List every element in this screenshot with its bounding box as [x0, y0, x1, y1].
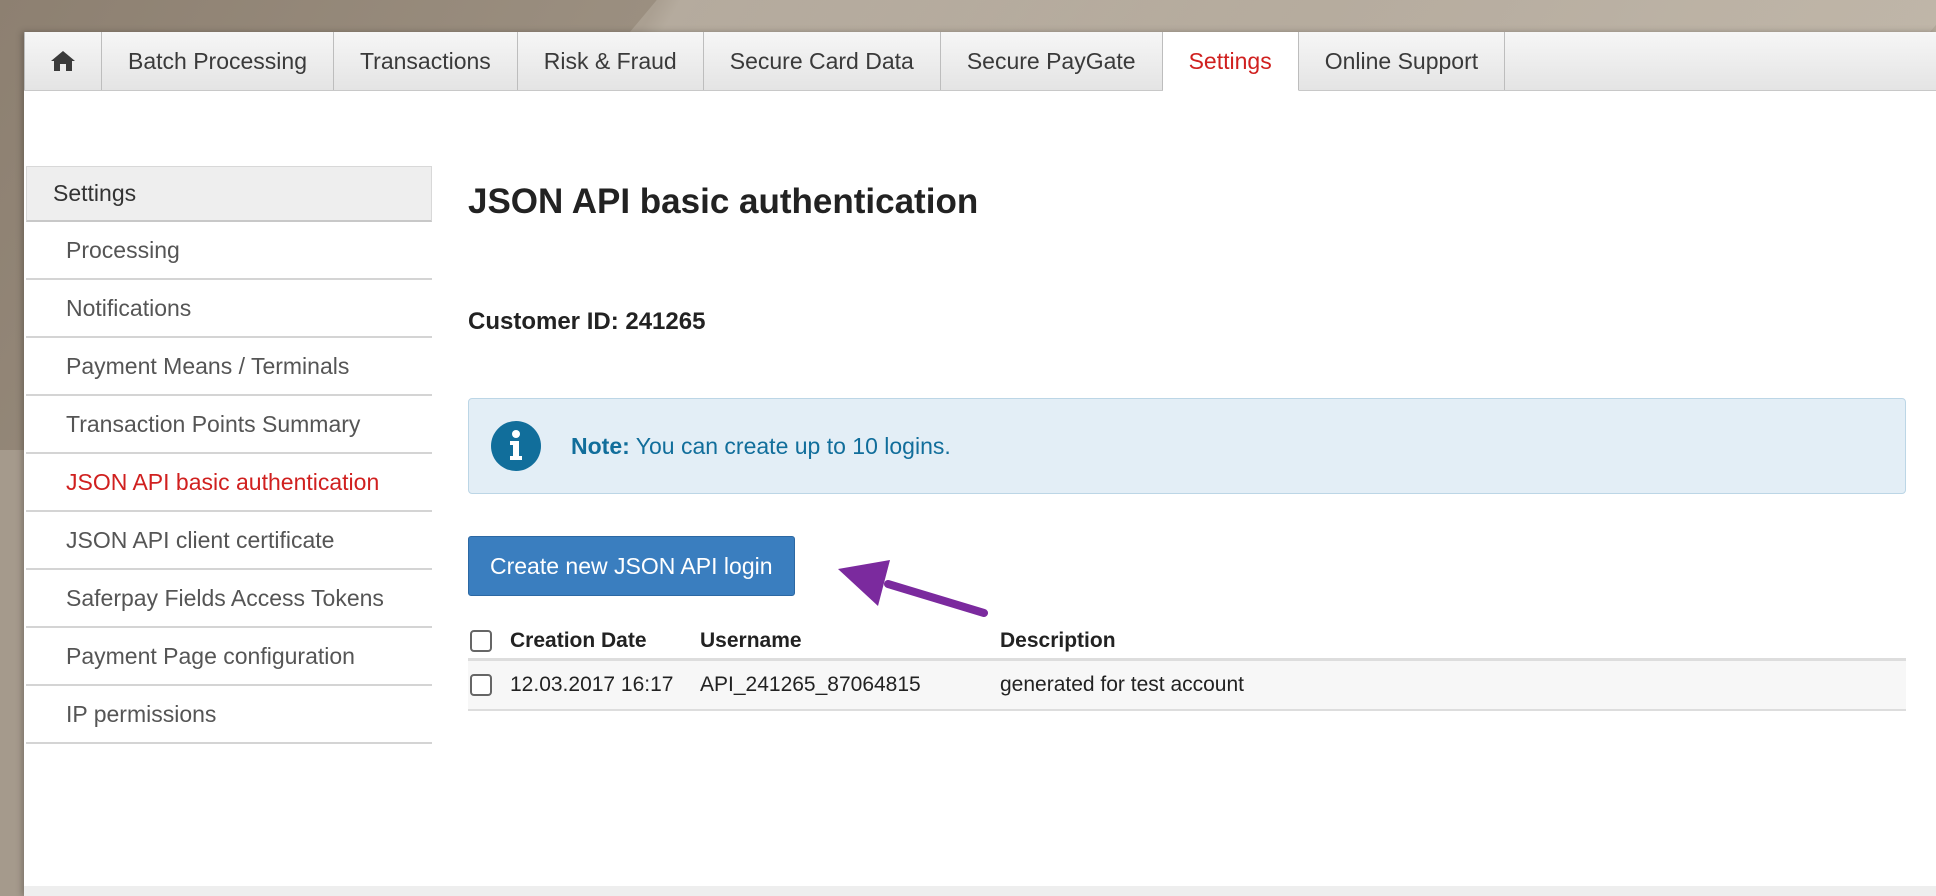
page-title: JSON API basic authentication: [468, 182, 979, 221]
info-icon: [491, 421, 541, 471]
table-row[interactable]: 12.03.2017 16:17 API_241265_87064815 gen…: [468, 661, 1906, 711]
tab-online-support[interactable]: Online Support: [1299, 32, 1506, 90]
cell-creation-date: 12.03.2017 16:17: [510, 673, 674, 696]
sidebar-item-saferpay-fields-tokens[interactable]: Saferpay Fields Access Tokens: [26, 570, 432, 628]
annotation-arrow-icon: [838, 560, 988, 617]
select-all-checkbox[interactable]: [470, 630, 492, 652]
tab-secure-card-data[interactable]: Secure Card Data: [704, 32, 941, 90]
tab-batch-processing[interactable]: Batch Processing: [102, 32, 334, 90]
tab-secure-paygate[interactable]: Secure PayGate: [941, 32, 1163, 90]
logins-table: Creation Date Username Description 12.03…: [468, 624, 1906, 711]
page-footer-strip: [24, 886, 1936, 896]
note-text: Note: You can create up to 10 logins.: [571, 433, 951, 460]
app-window: Batch Processing Transactions Risk & Fra…: [24, 32, 1936, 896]
column-header-username: Username: [700, 629, 802, 652]
create-json-api-login-button[interactable]: Create new JSON API login: [468, 536, 795, 596]
note-label: Note:: [571, 432, 630, 459]
sidebar-item-payment-means[interactable]: Payment Means / Terminals: [26, 338, 432, 396]
settings-sidebar: Settings Processing Notifications Paymen…: [26, 166, 432, 744]
sidebar-item-transaction-points[interactable]: Transaction Points Summary: [26, 396, 432, 454]
sidebar-item-payment-page-config[interactable]: Payment Page configuration: [26, 628, 432, 686]
column-header-description: Description: [1000, 629, 1116, 652]
nav-home-tab[interactable]: [24, 32, 102, 90]
sidebar-item-ip-permissions[interactable]: IP permissions: [26, 686, 432, 744]
sidebar-item-json-api-basic-auth[interactable]: JSON API basic authentication: [26, 454, 432, 512]
sidebar-item-notifications[interactable]: Notifications: [26, 280, 432, 338]
note-message: You can create up to 10 logins.: [629, 432, 951, 459]
tab-transactions[interactable]: Transactions: [334, 32, 518, 90]
cell-username: API_241265_87064815: [700, 673, 921, 696]
tab-risk-fraud[interactable]: Risk & Fraud: [518, 32, 704, 90]
column-header-creation-date: Creation Date: [510, 629, 647, 652]
cell-description: generated for test account: [1000, 673, 1244, 696]
sidebar-item-processing[interactable]: Processing: [26, 222, 432, 280]
top-navigation: Batch Processing Transactions Risk & Fra…: [24, 32, 1936, 91]
table-header-row: Creation Date Username Description: [468, 624, 1906, 661]
row-checkbox[interactable]: [470, 674, 492, 696]
note-alert: Note: You can create up to 10 logins.: [468, 398, 1906, 494]
home-icon: [50, 49, 76, 73]
customer-id: Customer ID: 241265: [468, 308, 706, 335]
sidebar-header: Settings: [26, 166, 432, 222]
sidebar-item-json-api-client-cert[interactable]: JSON API client certificate: [26, 512, 432, 570]
tab-settings[interactable]: Settings: [1162, 32, 1299, 91]
